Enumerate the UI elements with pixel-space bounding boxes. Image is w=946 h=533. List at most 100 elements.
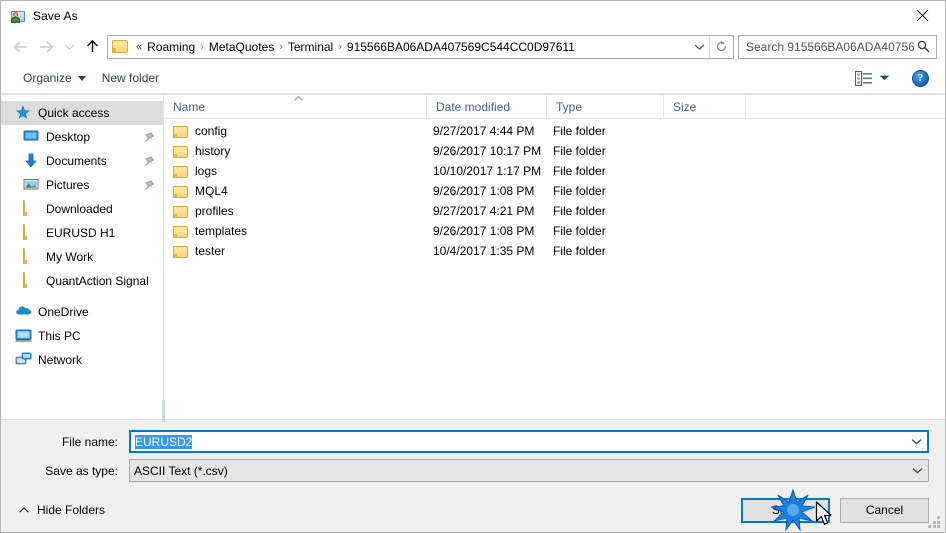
up-arrow-icon <box>86 39 98 52</box>
back-arrow-icon <box>12 40 27 53</box>
recent-locations-button[interactable] <box>59 34 79 60</box>
file-name-label: templates <box>195 224 248 238</box>
table-row[interactable]: templates 9/26/2017 1:08 PM File folder <box>164 221 945 241</box>
back-button[interactable] <box>7 34 33 60</box>
hide-folders-button[interactable]: Hide Folders <box>17 499 109 521</box>
breadcrumb-separator-2[interactable]: › <box>336 39 344 55</box>
save-as-type-select[interactable]: ASCII Text (*.csv) <box>129 459 929 482</box>
folder-icon <box>23 200 40 217</box>
folder-icon <box>173 246 188 258</box>
folder-icon <box>23 272 40 289</box>
breadcrumb-item-0[interactable]: Roaming <box>144 38 198 56</box>
pin-icon[interactable] <box>141 155 157 167</box>
cancel-button[interactable]: Cancel <box>840 497 929 523</box>
up-button[interactable] <box>79 34 105 60</box>
pictures-icon <box>23 177 40 193</box>
forward-arrow-icon <box>39 40 54 53</box>
breadcrumb-overflow[interactable]: « <box>133 39 144 55</box>
address-dropdown-button[interactable] <box>689 36 709 58</box>
sidebar-item-network[interactable]: Network <box>1 348 163 372</box>
sidebar-item-documents[interactable]: Documents <box>1 149 163 173</box>
pin-icon[interactable] <box>141 131 157 143</box>
save-as-type-value: ASCII Text (*.csv) <box>134 463 228 478</box>
column-header-label: Date modified <box>436 99 511 114</box>
sidebar-item-quick-access[interactable]: Quick access <box>1 101 163 125</box>
network-icon <box>15 352 32 368</box>
documents-icon <box>23 153 40 169</box>
sidebar-item-desktop[interactable]: Desktop <box>1 125 163 149</box>
onedrive-icon <box>15 304 32 320</box>
breadcrumb-item-3[interactable]: 915566BA06ADA407569C544CC0D97611 <box>344 38 578 56</box>
chevron-down-icon <box>912 468 922 474</box>
help-button[interactable]: ? <box>912 69 929 87</box>
sidebar-item-onedrive[interactable]: OneDrive <box>1 300 163 324</box>
file-type-cell: File folder <box>553 144 606 158</box>
command-toolbar: Organize New folder ? <box>1 63 945 94</box>
column-header-name[interactable]: Name <box>164 95 427 118</box>
breadcrumb-separator-1[interactable]: › <box>277 39 285 55</box>
file-name-input[interactable]: EURUSD2 <box>129 430 929 453</box>
refresh-icon <box>716 40 727 51</box>
table-row[interactable]: profiles 9/27/2017 4:21 PM File folder <box>164 201 945 221</box>
search-input[interactable]: Search 915566BA06ADA40756... <box>738 34 937 59</box>
close-button[interactable] <box>899 1 945 30</box>
change-view-button[interactable] <box>849 68 896 89</box>
breadcrumb-item-2[interactable]: Terminal <box>285 38 336 56</box>
table-row[interactable]: logs 10/10/2017 1:17 PM File folder <box>164 161 945 181</box>
file-date-cell: 10/10/2017 1:17 PM <box>433 164 542 178</box>
column-header-date-modified[interactable]: Date modified <box>427 95 547 118</box>
table-row[interactable]: config 9/27/2017 4:44 PM File folder <box>164 121 945 141</box>
table-row[interactable]: tester 10/4/2017 1:35 PM File folder <box>164 241 945 261</box>
sidebar-item-label: Pictures <box>46 178 90 192</box>
sidebar-item-label: OneDrive <box>38 305 89 319</box>
navigation-bar: « Roaming › MetaQuotes › Terminal › 9155… <box>1 30 945 63</box>
folder-icon <box>173 126 188 138</box>
file-name-cell: history <box>164 144 427 158</box>
organize-label: Organize <box>23 71 72 85</box>
forward-button[interactable] <box>33 34 59 60</box>
address-bar[interactable]: « Roaming › MetaQuotes › Terminal › 9155… <box>107 34 734 59</box>
file-list-rows: config 9/27/2017 4:44 PM File folder his… <box>164 119 945 419</box>
table-row[interactable]: MQL4 9/26/2017 1:08 PM File folder <box>164 181 945 201</box>
sidebar-item-my-work[interactable]: My Work <box>1 245 163 269</box>
folder-icon <box>173 166 188 178</box>
column-header-size[interactable]: Size <box>664 95 746 118</box>
organize-button[interactable]: Organize <box>15 67 94 89</box>
refresh-button[interactable] <box>709 35 733 58</box>
save-as-type-label: Save as type: <box>45 463 118 478</box>
navigation-pane: Quick access Desktop Documents Pictures … <box>1 95 163 419</box>
window-title: Save As <box>33 8 78 23</box>
file-type-cell: File folder <box>553 244 606 258</box>
sidebar-item-downloaded[interactable]: Downloaded <box>1 197 163 221</box>
save-button[interactable]: Save <box>741 497 830 523</box>
chevron-down-icon <box>911 439 921 445</box>
breadcrumb: « Roaming › MetaQuotes › Terminal › 9155… <box>133 38 689 56</box>
file-name-cell: tester <box>164 244 427 258</box>
pane-splitter[interactable] <box>162 95 165 422</box>
file-name-value-wrap: EURUSD2 <box>131 434 905 449</box>
file-name-cell: profiles <box>164 204 427 218</box>
file-name-dropdown-button[interactable] <box>905 438 927 445</box>
resize-grip-icon[interactable] <box>928 516 941 529</box>
sidebar-item-eurusd-h1[interactable]: EURUSD H1 <box>1 221 163 245</box>
save-as-type-row: Save as type: ASCII Text (*.csv) <box>17 459 929 482</box>
search-icon <box>914 40 932 53</box>
new-folder-button[interactable]: New folder <box>94 67 167 89</box>
file-name-cell: config <box>164 124 427 138</box>
file-list-header: Name Date modified Type Size <box>164 95 945 119</box>
sidebar-item-quantaction-signal[interactable]: QuantAction Signal <box>1 269 163 293</box>
table-row[interactable]: history 9/26/2017 10:17 PM File folder <box>164 141 945 161</box>
file-name-cell: logs <box>164 164 427 178</box>
sidebar-item-label: Network <box>38 353 83 367</box>
save-as-type-dropdown-button[interactable] <box>906 467 928 474</box>
sidebar-item-pictures[interactable]: Pictures <box>1 173 163 197</box>
breadcrumb-item-1[interactable]: MetaQuotes <box>206 38 277 56</box>
sidebar-item-this-pc[interactable]: This PC <box>1 324 163 348</box>
file-type-cell: File folder <box>553 124 606 138</box>
file-type-cell: File folder <box>553 164 606 178</box>
column-header-type[interactable]: Type <box>547 95 664 118</box>
breadcrumb-separator-0[interactable]: › <box>198 39 206 55</box>
chevron-down-icon <box>694 44 704 50</box>
save-as-icon <box>10 8 26 24</box>
pin-icon[interactable] <box>141 179 157 191</box>
